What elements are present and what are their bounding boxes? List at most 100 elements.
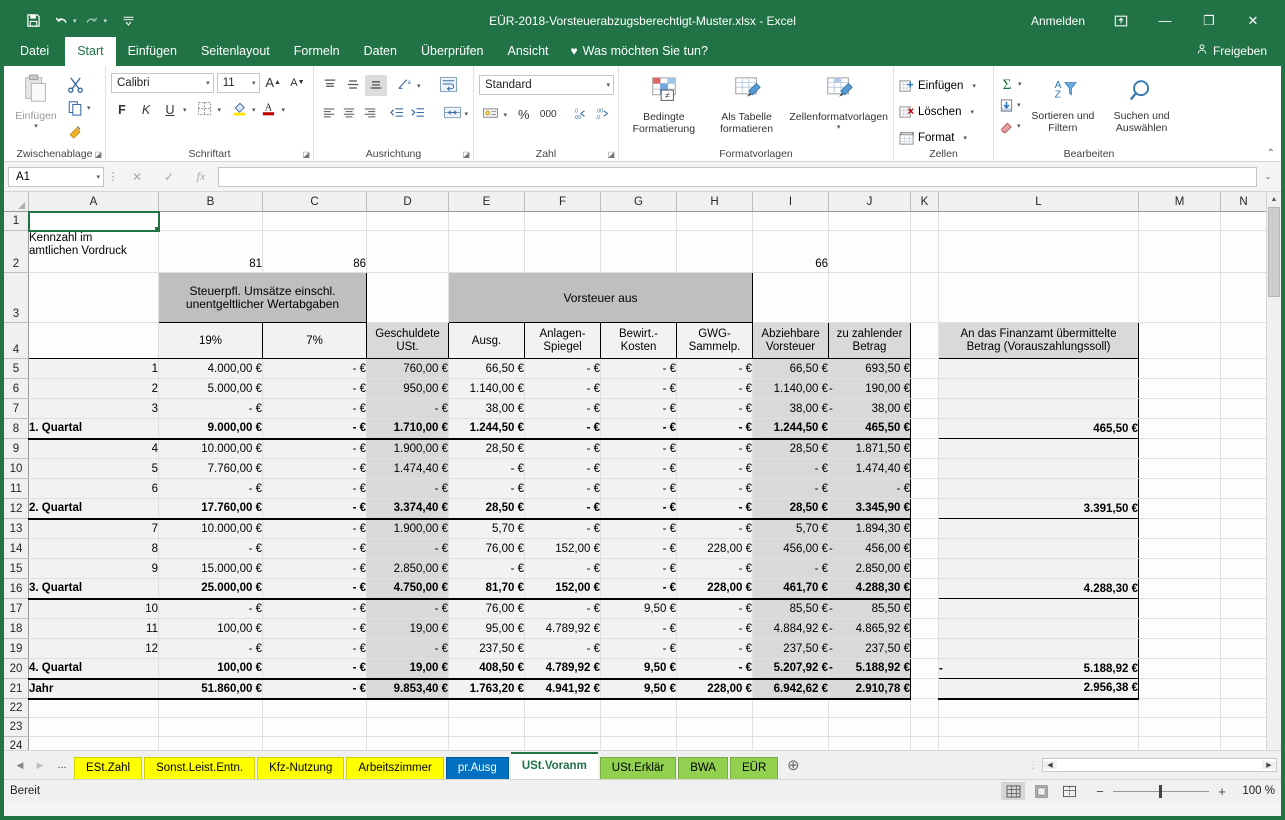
horizontal-scroll-grip[interactable]: ⋮ — [1028, 760, 1039, 771]
header-an-finanzamt-uebermittelt[interactable]: An das Finanzamt übermittelte Betrag (Vo… — [939, 323, 1139, 359]
col-header-K[interactable]: K — [911, 192, 939, 212]
row-header-17[interactable]: 17 — [4, 599, 29, 619]
cell-E16[interactable]: 81,70 € — [449, 579, 525, 599]
cell-M9[interactable] — [1139, 439, 1221, 459]
cell-B1[interactable] — [159, 212, 263, 231]
cell-N10[interactable] — [1221, 459, 1267, 479]
cell-F8[interactable]: - € — [525, 419, 601, 439]
cell-H16[interactable]: 228,00 € — [677, 579, 753, 599]
cell-M21[interactable] — [1139, 679, 1221, 699]
cell-J22[interactable] — [829, 699, 911, 718]
borders-dropdown-icon[interactable]: ▾ — [218, 106, 222, 114]
cell-J23[interactable] — [829, 718, 911, 737]
cell-A12[interactable]: 2. Quartal — [29, 499, 159, 519]
sheet-tab-sonst-leist-entn[interactable]: Sonst.Leist.Entn. — [144, 757, 255, 779]
cell-F7[interactable]: - € — [525, 399, 601, 419]
cell-B24[interactable] — [159, 737, 263, 751]
cell-G10[interactable]: - € — [601, 459, 677, 479]
cell-I15[interactable]: - € — [753, 559, 829, 579]
cell-L15[interactable] — [939, 559, 1139, 579]
cell-N20[interactable] — [1221, 659, 1267, 679]
cell-M11[interactable] — [1139, 479, 1221, 499]
scroll-left-icon[interactable]: ◀ — [1043, 761, 1057, 769]
cell-D24[interactable] — [367, 737, 449, 751]
cell-F5[interactable]: - € — [525, 359, 601, 379]
col-header-L[interactable]: L — [939, 192, 1139, 212]
row-header-21[interactable]: 21 — [4, 679, 29, 699]
clipboard-dialog-launcher[interactable]: ◪ — [94, 150, 102, 159]
cell-A8[interactable]: 1. Quartal — [29, 419, 159, 439]
page-break-preview-icon[interactable] — [1057, 782, 1081, 800]
paste-dropdown-icon[interactable]: ▾ — [34, 122, 38, 130]
cell-I12[interactable]: 28,50 € — [753, 499, 829, 519]
undo-dropdown-icon[interactable]: ▾ — [73, 17, 77, 25]
share-button[interactable]: Freigeben — [1182, 37, 1281, 66]
cell-B16[interactable]: 25.000,00 € — [159, 579, 263, 599]
cell-H14[interactable]: 228,00 € — [677, 539, 753, 559]
cell-A4[interactable] — [29, 323, 159, 359]
underline-dropdown-icon[interactable]: ▾ — [183, 106, 187, 114]
cell-G19[interactable]: - € — [601, 639, 677, 659]
row-header-12[interactable]: 12 — [4, 499, 29, 519]
cell-H5[interactable]: - € — [677, 359, 753, 379]
cell-E13[interactable]: 5,70 € — [449, 519, 525, 539]
redo-dropdown-icon[interactable]: ▾ — [104, 17, 108, 25]
cell-H9[interactable]: - € — [677, 439, 753, 459]
col-header-D[interactable]: D — [367, 192, 449, 212]
sign-in-button[interactable]: Anmelden — [1017, 14, 1099, 28]
cell-F19[interactable]: - € — [525, 639, 601, 659]
cell-F6[interactable]: - € — [525, 379, 601, 399]
cell-J5[interactable]: 693,50 € — [829, 359, 911, 379]
number-format-combo[interactable]: Standard ▾ — [479, 75, 614, 95]
cell-G18[interactable]: - € — [601, 619, 677, 639]
cell-C12[interactable]: - € — [263, 499, 367, 519]
row-header-20[interactable]: 20 — [4, 659, 29, 679]
fill-color-button[interactable] — [228, 99, 250, 120]
cell-C23[interactable] — [263, 718, 367, 737]
row-header-23[interactable]: 23 — [4, 718, 29, 737]
cell-J2[interactable] — [829, 231, 911, 273]
alignment-dialog-launcher[interactable]: ◪ — [462, 150, 470, 159]
cell-K19[interactable] — [911, 639, 939, 659]
cell-N16[interactable] — [1221, 579, 1267, 599]
underline-button[interactable]: U — [159, 99, 181, 120]
cell-B22[interactable] — [159, 699, 263, 718]
row-header-7[interactable]: 7 — [4, 399, 29, 419]
cell-M19[interactable] — [1139, 639, 1221, 659]
font-name-combo[interactable]: Calibri ▾ — [111, 73, 214, 93]
cell-D21[interactable]: 9.853,40 € — [367, 679, 449, 699]
cell-M18[interactable] — [1139, 619, 1221, 639]
cell-H2[interactable] — [677, 231, 753, 273]
cell-A21[interactable]: Jahr — [29, 679, 159, 699]
copy-button[interactable]: ▾ — [67, 97, 91, 119]
cell-C21[interactable]: - € — [263, 679, 367, 699]
cell-N8[interactable] — [1221, 419, 1267, 439]
cell-K18[interactable] — [911, 619, 939, 639]
text-orientation-button[interactable]: a — [394, 75, 416, 96]
cell-M17[interactable] — [1139, 599, 1221, 619]
merge-dropdown-icon[interactable]: ▾ — [464, 110, 468, 118]
cell-E11[interactable]: - € — [449, 479, 525, 499]
cell-M1[interactable] — [1139, 212, 1221, 231]
header-anlagen-spiegel[interactable]: Anlagen- Spiegel — [525, 323, 601, 359]
col-header-G[interactable]: G — [601, 192, 677, 212]
cell-L17[interactable] — [939, 599, 1139, 619]
maximize-button[interactable]: ❐ — [1187, 5, 1231, 37]
cell-G22[interactable] — [601, 699, 677, 718]
expand-formula-bar-icon[interactable]: ⌄ — [1259, 172, 1277, 181]
cell-K22[interactable] — [911, 699, 939, 718]
cell-G1[interactable] — [601, 212, 677, 231]
copy-dropdown-icon[interactable]: ▾ — [87, 104, 91, 112]
cell-A1[interactable] — [29, 212, 159, 231]
cell-L13[interactable] — [939, 519, 1139, 539]
cell-I11[interactable]: - € — [753, 479, 829, 499]
cell-K4[interactable] — [911, 323, 939, 359]
cell-D11[interactable]: - € — [367, 479, 449, 499]
insert-cells-button[interactable]: Einfügen ▾ — [899, 75, 988, 97]
cell-C20[interactable]: - € — [263, 659, 367, 679]
cell-B11[interactable]: - € — [159, 479, 263, 499]
close-button[interactable]: ✕ — [1231, 5, 1275, 37]
cell-H20[interactable]: - € — [677, 659, 753, 679]
cell-I20[interactable]: 5.207,92 € — [753, 659, 829, 679]
cell-M24[interactable] — [1139, 737, 1221, 751]
